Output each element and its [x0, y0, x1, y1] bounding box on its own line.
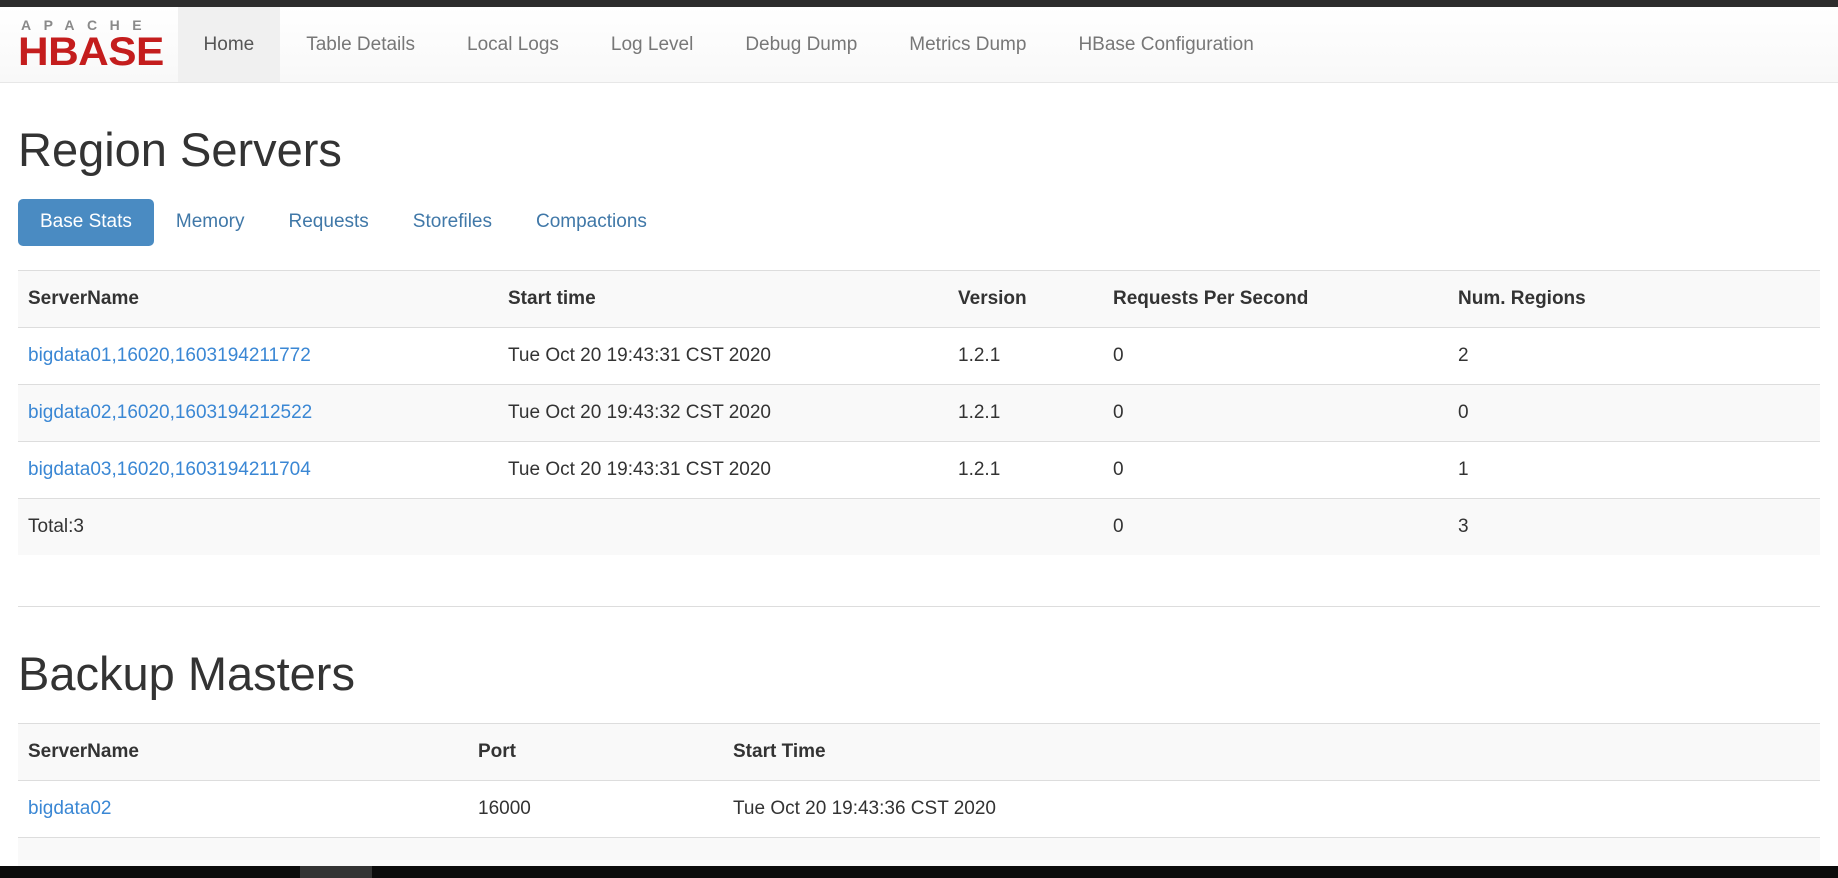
hbase-logo[interactable]: APACHE HBASE — [0, 7, 178, 82]
region-server-link[interactable]: bigdata03,16020,1603194211704 — [28, 459, 311, 480]
cell-servername: bigdata02,16020,1603194212522 — [18, 384, 498, 441]
column-header-num-regions: Num. Regions — [1448, 270, 1820, 327]
page-scroll-area: APACHE HBASE Home Table Details Local Lo… — [0, 7, 1838, 870]
table-row: bigdata02,16020,1603194212522 Tue Oct 20… — [18, 384, 1820, 441]
cell-version: 1.2.1 — [948, 327, 1103, 384]
region-servers-table-head: ServerName Start time Version Requests P… — [18, 270, 1820, 327]
cell-requests-per-second: 0 — [1103, 384, 1448, 441]
tab-compactions[interactable]: Compactions — [514, 199, 669, 246]
backup-masters-table-body: bigdata02 16000 Tue Oct 20 19:43:36 CST … — [18, 781, 1820, 870]
region-servers-table-body: bigdata01,16020,1603194211772 Tue Oct 20… — [18, 327, 1820, 555]
nav-item-home[interactable]: Home — [178, 7, 281, 82]
cell-servername: bigdata03,16020,1603194211704 — [18, 441, 498, 498]
column-header-servername: ServerName — [18, 724, 468, 781]
cell-port: 16000 — [468, 781, 723, 838]
tab-memory[interactable]: Memory — [154, 199, 267, 246]
backup-masters-title: Backup Masters — [18, 648, 1820, 700]
cell-total-start-time — [498, 498, 948, 555]
region-servers-tabs: Base Stats Memory Requests Storefiles Co… — [18, 199, 1820, 246]
cell-servername: bigdata01,16020,1603194211772 — [18, 327, 498, 384]
cell-requests-per-second: 0 — [1103, 327, 1448, 384]
column-header-requests-per-second: Requests Per Second — [1103, 270, 1448, 327]
region-servers-title: Region Servers — [18, 124, 1820, 176]
cell-num-regions: 1 — [1448, 441, 1820, 498]
cell-start-time: Tue Oct 20 19:43:32 CST 2020 — [498, 384, 948, 441]
table-header-row: ServerName Port Start Time — [18, 724, 1820, 781]
table-header-row: ServerName Start time Version Requests P… — [18, 270, 1820, 327]
table-total-row: Total:3 0 3 — [18, 498, 1820, 555]
column-header-version: Version — [948, 270, 1103, 327]
cell-total-label: Total:3 — [18, 498, 498, 555]
table-row: bigdata01,16020,1603194211772 Tue Oct 20… — [18, 327, 1820, 384]
cell-version: 1.2.1 — [948, 384, 1103, 441]
tab-base-stats[interactable]: Base Stats — [18, 199, 154, 246]
cell-version: 1.2.1 — [948, 441, 1103, 498]
region-servers-table: ServerName Start time Version Requests P… — [18, 270, 1820, 555]
column-header-port: Port — [468, 724, 723, 781]
cell-start-time: Tue Oct 20 19:43:36 CST 2020 — [723, 781, 1820, 838]
nav-item-debug-dump[interactable]: Debug Dump — [719, 7, 883, 82]
nav-item-log-level[interactable]: Log Level — [585, 7, 719, 82]
logo-hbase-text: HBASE — [18, 33, 164, 71]
column-header-servername: ServerName — [18, 270, 498, 327]
cell-start-time: Tue Oct 20 19:43:31 CST 2020 — [498, 441, 948, 498]
cell-servername: bigdata02 — [18, 781, 468, 838]
backup-masters-table-head: ServerName Port Start Time — [18, 724, 1820, 781]
tab-storefiles[interactable]: Storefiles — [391, 199, 514, 246]
column-header-start-time: Start time — [498, 270, 948, 327]
region-server-link[interactable]: bigdata01,16020,1603194211772 — [28, 345, 311, 366]
cell-total-version — [948, 498, 1103, 555]
main-navbar: APACHE HBASE Home Table Details Local Lo… — [0, 7, 1838, 83]
nav-item-local-logs[interactable]: Local Logs — [441, 7, 585, 82]
cell-total-requests-per-second: 0 — [1103, 498, 1448, 555]
content-container: Region Servers Base Stats Memory Request… — [0, 124, 1838, 870]
bottom-bar-segment — [300, 866, 372, 878]
cell-requests-per-second: 0 — [1103, 441, 1448, 498]
cell-num-regions: 0 — [1448, 384, 1820, 441]
backup-masters-table: ServerName Port Start Time bigdata02 160… — [18, 723, 1820, 870]
nav-item-hbase-configuration[interactable]: HBase Configuration — [1052, 7, 1279, 82]
tab-requests[interactable]: Requests — [267, 199, 391, 246]
nav-item-table-details[interactable]: Table Details — [280, 7, 441, 82]
section-divider — [18, 606, 1820, 607]
window-bottom-bar — [0, 866, 1838, 878]
navbar-items: Home Table Details Local Logs Log Level … — [178, 7, 1280, 82]
cell-total-num-regions: 3 — [1448, 498, 1820, 555]
region-server-link[interactable]: bigdata02,16020,1603194212522 — [28, 402, 312, 423]
table-row: bigdata02 16000 Tue Oct 20 19:43:36 CST … — [18, 781, 1820, 838]
table-row: bigdata03,16020,1603194211704 Tue Oct 20… — [18, 441, 1820, 498]
backup-master-link[interactable]: bigdata02 — [28, 798, 111, 819]
window-top-bar — [0, 0, 1838, 7]
cell-start-time: Tue Oct 20 19:43:31 CST 2020 — [498, 327, 948, 384]
cell-num-regions: 2 — [1448, 327, 1820, 384]
column-header-start-time: Start Time — [723, 724, 1820, 781]
nav-item-metrics-dump[interactable]: Metrics Dump — [883, 7, 1052, 82]
